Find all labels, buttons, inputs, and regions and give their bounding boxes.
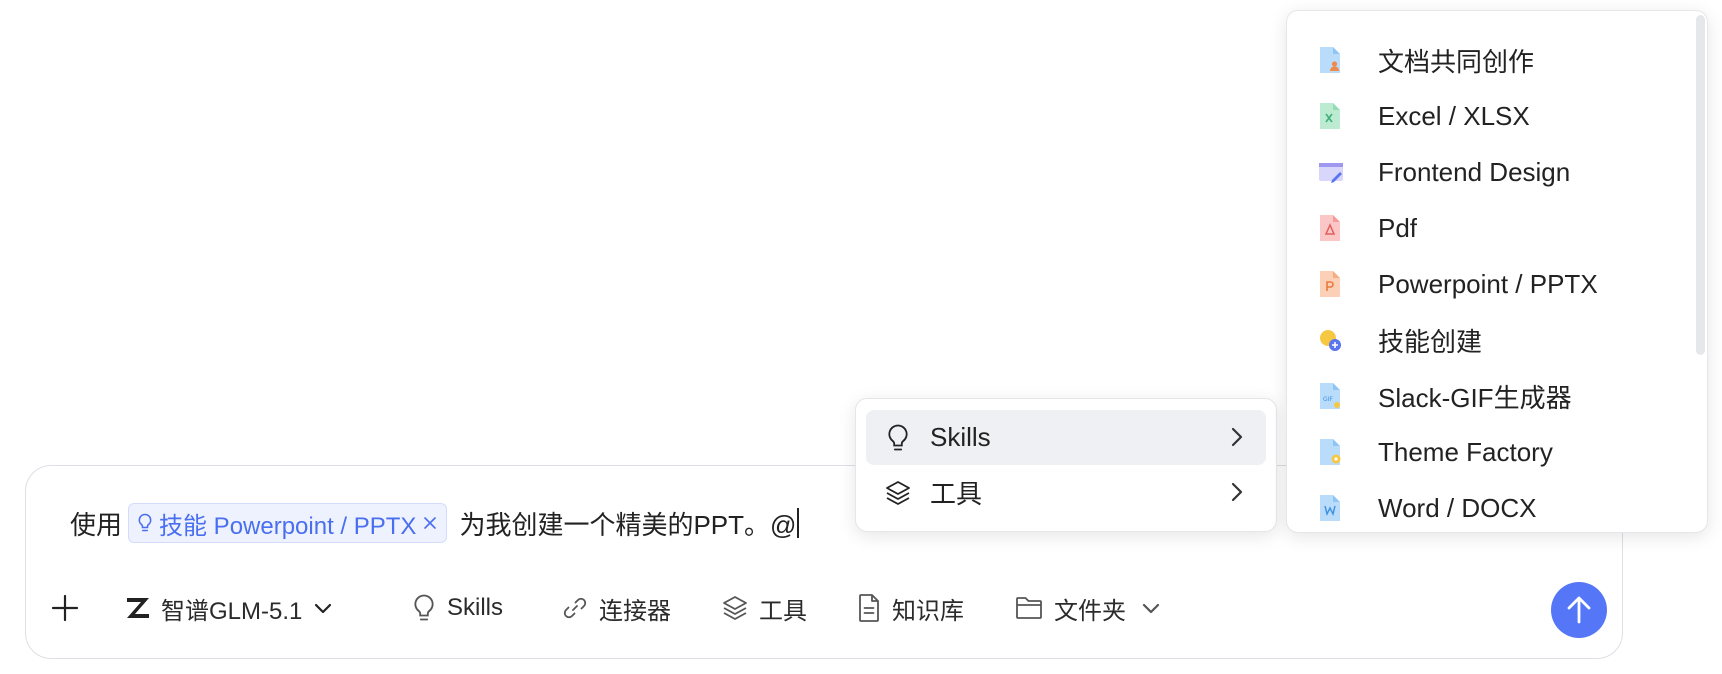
arrow-up-icon	[1567, 596, 1591, 624]
skill-item-pdf[interactable]: Pdf	[1287, 204, 1707, 252]
link-icon	[563, 597, 587, 619]
excel-file-icon	[1320, 103, 1340, 129]
frontend-design-icon	[1319, 163, 1343, 183]
chevron-down-icon	[1142, 603, 1160, 614]
text-caret	[797, 508, 800, 538]
skill-item-label: Word / DOCX	[1378, 492, 1537, 523]
menu-item-tools[interactable]: 工具	[866, 465, 1266, 520]
skill-item-frontend-design[interactable]: Frontend Design	[1287, 148, 1707, 196]
skill-chip-label: 技能 Powerpoint / PPTX	[159, 512, 417, 540]
chevron-right-icon	[1231, 427, 1243, 447]
skill-item-skill-create[interactable]: 技能创建	[1287, 316, 1707, 364]
skills-label: Skills	[447, 594, 504, 621]
gif-file-icon: GIF	[1320, 383, 1340, 409]
skill-item-word[interactable]: Word / DOCX	[1287, 484, 1707, 532]
chevron-right-icon	[1231, 482, 1243, 502]
menu-item-label: 工具	[930, 479, 983, 509]
prompt-input[interactable]: 使用 技能 Powerpoint / PPTX 为我创建一个精美的PPT。@	[70, 502, 800, 544]
skill-item-slack-gif[interactable]: GIF Slack-GIF生成器	[1287, 372, 1707, 420]
skill-item-label: Powerpoint / PPTX	[1378, 268, 1598, 299]
knowledge-base-button[interactable]: 知识库	[856, 578, 964, 638]
lightbulb-icon	[884, 424, 912, 452]
skill-item-theme-factory[interactable]: Theme Factory	[1287, 428, 1707, 476]
folder-icon	[1016, 597, 1042, 619]
skill-item-label: Excel / XLSX	[1378, 100, 1530, 131]
skill-chip[interactable]: 技能 Powerpoint / PPTX	[128, 503, 448, 543]
layers-icon	[884, 479, 912, 507]
skill-item-excel[interactable]: Excel / XLSX	[1287, 92, 1707, 140]
prompt-suffix-text: 为我创建一个精美的PPT。@	[459, 509, 797, 540]
svg-text:GIF: GIF	[1323, 396, 1333, 403]
skills-submenu: 文档共同创作 Excel / XLSX Frontend Design Pdf …	[1286, 10, 1708, 533]
pdf-file-icon	[1320, 215, 1340, 241]
folder-label: 文件夹	[1054, 597, 1126, 625]
doc-coauthor-icon	[1320, 47, 1340, 73]
lightbulb-icon	[414, 594, 434, 621]
plus-icon	[51, 594, 79, 622]
skill-item-label: Slack-GIF生成器	[1378, 382, 1572, 413]
lightbulb-icon	[138, 513, 152, 532]
ppt-file-icon	[1320, 271, 1340, 297]
tools-button[interactable]: 工具	[721, 578, 807, 638]
menu-item-skills[interactable]: Skills	[866, 410, 1266, 465]
skill-item-label: 技能创建	[1378, 326, 1483, 357]
skill-item-label: Pdf	[1378, 212, 1418, 243]
skills-button[interactable]: Skills	[411, 578, 503, 638]
connectors-label: 连接器	[599, 597, 671, 625]
word-file-icon	[1320, 495, 1340, 521]
document-icon	[859, 594, 879, 622]
send-button[interactable]	[1551, 582, 1607, 638]
skill-item-doc-coauthor[interactable]: 文档共同创作	[1287, 36, 1707, 84]
composer-toolbar: 智谱GLM-5.1 Skills 连接器 工具 知识库 文件夹	[26, 578, 1622, 638]
skill-item-powerpoint[interactable]: Powerpoint / PPTX	[1287, 260, 1707, 308]
prompt-prefix-text: 使用	[70, 509, 123, 540]
skill-item-label: 文档共同创作	[1378, 46, 1535, 77]
menu-item-label: Skills	[930, 422, 991, 452]
scrollbar-thumb[interactable]	[1696, 15, 1705, 355]
model-selector[interactable]: 智谱GLM-5.1	[125, 578, 334, 638]
skill-item-label: Frontend Design	[1378, 156, 1571, 187]
skill-create-icon	[1320, 330, 1341, 351]
layers-icon	[723, 596, 747, 620]
model-name: 智谱GLM-5.1	[161, 597, 303, 625]
mention-menu: Skills 工具	[855, 398, 1277, 532]
zhipu-logo-icon	[127, 598, 149, 618]
theme-file-icon	[1320, 439, 1341, 465]
folder-button[interactable]: 文件夹	[1014, 578, 1162, 638]
tools-label: 工具	[759, 597, 807, 625]
knowledge-base-label: 知识库	[892, 597, 964, 625]
chevron-down-icon	[315, 603, 332, 614]
close-icon[interactable]	[422, 515, 438, 531]
connectors-button[interactable]: 连接器	[561, 578, 671, 638]
skill-item-label: Theme Factory	[1378, 436, 1553, 467]
attach-button[interactable]	[50, 578, 80, 638]
